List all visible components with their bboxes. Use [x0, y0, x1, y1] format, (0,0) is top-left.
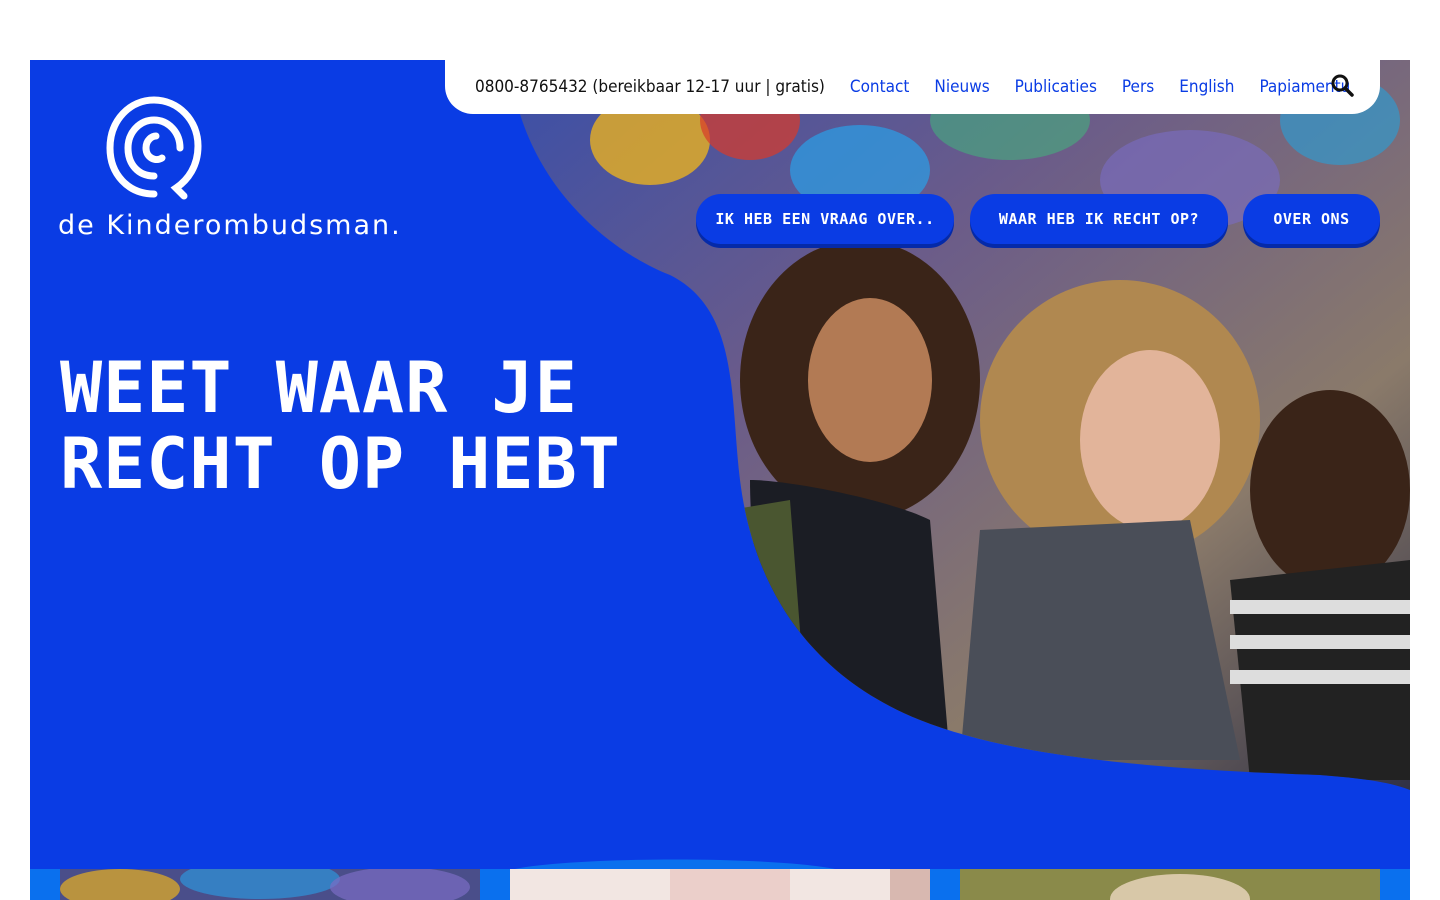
nav-link-nieuws[interactable]: Nieuws: [934, 77, 989, 97]
logo-speech-bubble-icon: [106, 96, 202, 200]
hero-headline-line-1: Weet waar je: [60, 347, 578, 429]
nav-link-publicaties[interactable]: Publicaties: [1015, 77, 1097, 97]
nav-button-vraag[interactable]: Ik heb een vraag over..: [696, 194, 954, 244]
top-utility-bar: 0800-8765432 (bereikbaar 12-17 uur | gra…: [445, 60, 1380, 114]
nav-link-english[interactable]: English: [1179, 77, 1234, 97]
card-3-image[interactable]: [960, 869, 1380, 900]
nav-button-over-ons[interactable]: Over ons: [1243, 194, 1380, 244]
site-logo[interactable]: de Kinderombudsman.: [58, 96, 400, 246]
nav-link-contact[interactable]: Contact: [850, 77, 910, 97]
card-2-image[interactable]: [510, 869, 930, 900]
search-icon[interactable]: [1330, 73, 1356, 99]
hero-headline: Weet waar je recht op hebt: [60, 350, 621, 502]
cards-strip: [30, 869, 1410, 900]
nav-link-pers[interactable]: Pers: [1122, 77, 1154, 97]
card-1-image[interactable]: [60, 869, 480, 900]
helpline-phone: 0800-8765432 (bereikbaar 12-17 uur | gra…: [475, 77, 825, 97]
nav-button-recht[interactable]: Waar heb ik recht op?: [970, 194, 1228, 244]
logo-wordmark: de Kinderombudsman.: [58, 210, 402, 241]
hero-headline-line-2: recht op hebt: [60, 423, 621, 505]
wave-decoration: [510, 859, 840, 870]
